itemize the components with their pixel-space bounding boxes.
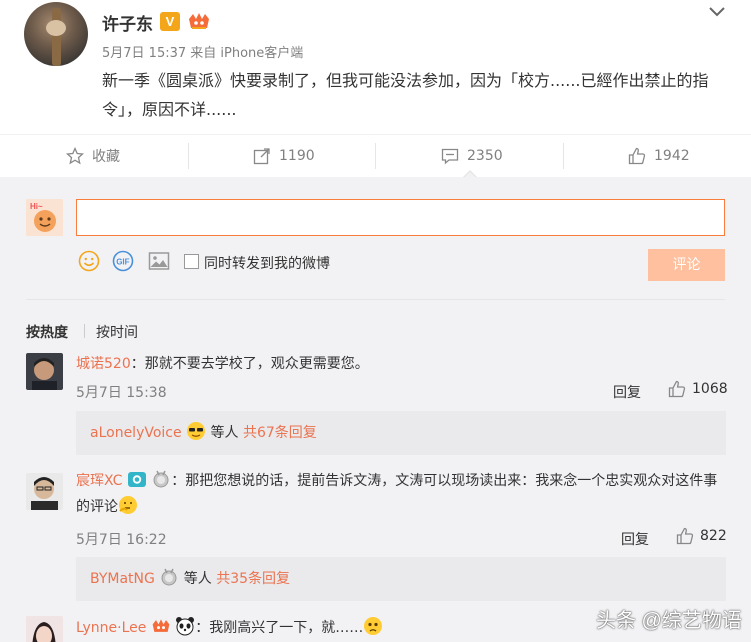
thinking-emoji-icon — [119, 496, 137, 514]
repost-count: 1190 — [279, 148, 315, 164]
reply-user-name[interactable]: aLonelyVoice — [90, 425, 182, 441]
reply-summary-text: 等人 — [179, 571, 217, 587]
comment-time: 5月7日 16:22 — [76, 532, 167, 548]
sort-by-hot-tab[interactable]: 按热度 — [26, 322, 68, 342]
thumbs-up-icon — [676, 527, 694, 545]
comment-count: 2350 — [467, 148, 503, 164]
comment-text: ：那把您想说的话，提前告诉文涛，文涛可以现场读出来：我来念一个忠实观众对这件事的… — [76, 473, 718, 515]
image-icon[interactable] — [148, 250, 170, 272]
commenter-name[interactable]: Lynne·Lee — [76, 620, 146, 636]
thumbs-up-icon — [628, 147, 646, 165]
reply-user-name[interactable]: BYMatNG — [90, 571, 155, 587]
commenter-avatar[interactable] — [26, 616, 63, 642]
commenter-name[interactable]: 城诺520 — [76, 356, 131, 372]
author-avatar[interactable] — [24, 2, 88, 66]
panda-badge-icon — [176, 617, 195, 636]
cool-emoji-icon — [187, 422, 206, 440]
thumbs-up-icon — [668, 380, 686, 398]
reply-count-link[interactable]: 共35条回复 — [216, 571, 290, 587]
comment-text: ：我刚高兴了一下，就…… — [195, 620, 364, 636]
commenter-avatar[interactable] — [26, 353, 63, 390]
weibo-post: 许子东 V 5月7日 15:37 来自 iPhone客户端 新一季《圆桌派》快要… — [0, 0, 751, 132]
commenter-name[interactable]: 宸珲XC — [76, 473, 122, 489]
author-name[interactable]: 许子东 — [102, 10, 153, 35]
vip-crown-icon — [152, 619, 170, 632]
divider — [26, 299, 725, 300]
medal-badge-icon — [161, 568, 177, 586]
comment-text: ：那就不要去学校了，观众更需要您。 — [130, 356, 369, 372]
reply-button[interactable]: 回复 — [621, 529, 649, 549]
reply-summary[interactable]: aLonelyVoice 等人 共67条回复 — [76, 411, 726, 455]
comment-icon — [441, 148, 459, 165]
like-count: 1942 — [654, 148, 690, 164]
reply-summary[interactable]: BYMatNG 等人 共35条回复 — [76, 557, 726, 601]
reply-summary-text: 等人 — [206, 425, 243, 441]
comment-item: 城诺520：那就不要去学校了，观众更需要您。 — [76, 351, 728, 377]
like-button[interactable]: 1942 — [628, 135, 690, 177]
svg-text:GIF: GIF — [116, 258, 129, 267]
favorite-button[interactable]: 收藏 — [66, 135, 120, 177]
comment-time: 5月7日 15:38 — [76, 385, 167, 401]
repost-button[interactable]: 1190 — [253, 135, 315, 177]
chevron-down-icon[interactable] — [707, 5, 727, 19]
comment-item: 宸珲XC ：那把您想说的话，提前告诉文涛，文涛可以现场读出来：我来念一个忠实观众… — [76, 468, 728, 520]
share-icon — [253, 148, 270, 165]
reply-button[interactable]: 回复 — [613, 382, 641, 402]
comment-section: Hi~ GIF 同时转发到我的微博 评论 按热度 按时间 城诺520：那就不要去… — [0, 172, 751, 642]
comment-like-button[interactable]: 1068 — [668, 380, 728, 398]
svg-text:Hi~: Hi~ — [30, 202, 43, 211]
post-text: 新一季《圆桌派》快要录制了，但我可能没法参加，因为「校方......已經作出禁止… — [102, 71, 709, 119]
medal-badge-icon — [153, 470, 169, 488]
forward-checkbox[interactable] — [184, 254, 199, 269]
watermark: 头条 @综艺物语 — [596, 610, 742, 632]
vip-crown-icon[interactable] — [187, 11, 211, 31]
star-icon — [66, 147, 84, 165]
my-avatar[interactable]: Hi~ — [26, 199, 63, 236]
forward-label: 同时转发到我的微博 — [204, 256, 330, 272]
comment-like-count: 822 — [700, 528, 727, 544]
smiley-icon[interactable] — [78, 250, 100, 272]
comment-like-button[interactable]: 822 — [676, 527, 727, 545]
comment-like-count: 1068 — [692, 381, 728, 397]
camera-badge-icon — [127, 472, 146, 487]
sort-by-time-tab[interactable]: 按时间 — [96, 322, 138, 342]
post-meta: 5月7日 15:37 来自 iPhone客户端 — [102, 46, 304, 61]
submit-comment-button[interactable]: 评论 — [648, 249, 725, 281]
commenter-avatar[interactable] — [26, 473, 63, 510]
favorite-label: 收藏 — [92, 149, 120, 165]
sad-emoji-icon — [364, 617, 383, 635]
action-bar: 收藏 1190 2350 1942 — [0, 134, 751, 176]
comment-input[interactable] — [76, 199, 725, 236]
gif-icon[interactable]: GIF — [112, 250, 134, 272]
verified-badge-icon[interactable]: V — [160, 12, 180, 31]
reply-count-link[interactable]: 共67条回复 — [243, 425, 317, 441]
